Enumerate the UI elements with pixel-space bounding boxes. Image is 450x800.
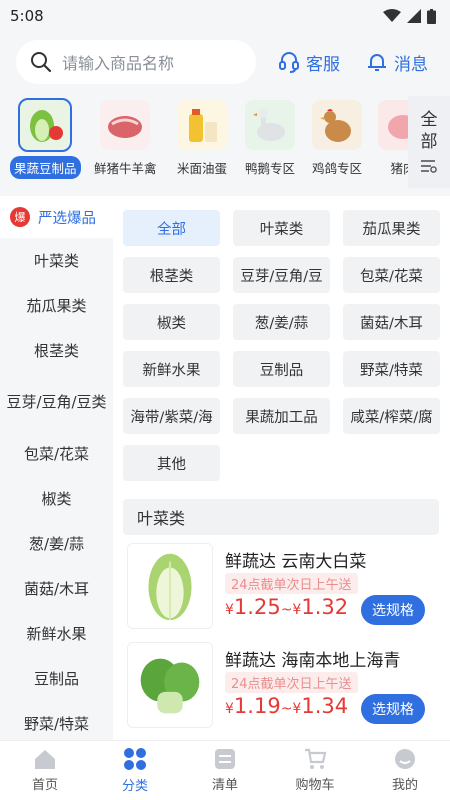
category-item-grain-oil-egg[interactable]: 米面油蛋 bbox=[167, 100, 237, 179]
hot-badge-icon: 爆 bbox=[10, 207, 30, 227]
all-label-line2: 部 bbox=[420, 132, 438, 152]
search-placeholder: 请输入商品名称 bbox=[62, 54, 175, 73]
category-icon bbox=[124, 748, 146, 770]
product-image-cabbage bbox=[127, 543, 213, 629]
chip[interactable]: 包菜/花菜 bbox=[343, 257, 440, 293]
battery-icon bbox=[427, 8, 436, 24]
sidebar-item-hot[interactable]: 爆 严选爆品 bbox=[0, 196, 113, 238]
category-item-duck-goose[interactable]: 鸭鹅专区 bbox=[235, 100, 305, 179]
sidebar-item-eggplant-melon[interactable]: 茄瓜果类 bbox=[0, 283, 113, 328]
signal-icon bbox=[407, 9, 421, 23]
filter-list-icon bbox=[421, 160, 437, 173]
chip[interactable]: 野菜/特菜 bbox=[343, 351, 440, 387]
sidebar-item-root[interactable]: 根茎类 bbox=[0, 328, 113, 373]
chip[interactable]: 叶菜类 bbox=[233, 210, 330, 246]
bell-icon bbox=[368, 54, 386, 71]
product-card[interactable]: 鲜蔬达 海南本地上海青 24点截单次日上午送 ¥1.19~¥1.34 选规格 bbox=[127, 642, 437, 728]
sidebar-item-leafy[interactable]: 叶菜类 bbox=[0, 238, 113, 283]
chip-all[interactable]: 全部 bbox=[123, 210, 220, 246]
sidebar-item-mushroom[interactable]: 菌菇/木耳 bbox=[0, 566, 113, 611]
messages-label: 消息 bbox=[394, 54, 428, 75]
system-icons bbox=[383, 8, 436, 24]
oil-rice-thumbnail bbox=[177, 100, 227, 150]
main-content: 全部 叶菜类 茄瓜果类 根茎类 豆芽/豆角/豆 包菜/花菜 椒类 葱/姜/蒜 菌… bbox=[113, 196, 450, 740]
bottom-tab-bar: 首页 分类 清单 购物车 我的 bbox=[0, 740, 450, 800]
tab-profile[interactable]: 我的 bbox=[360, 741, 450, 800]
delivery-note: 24点截单次日上午送 bbox=[225, 672, 358, 693]
chip[interactable]: 根茎类 bbox=[123, 257, 220, 293]
chip[interactable]: 葱/姜/蒜 bbox=[233, 304, 330, 340]
category-label: 米面油蛋 bbox=[176, 161, 227, 176]
sidebar-item-fruit[interactable]: 新鲜水果 bbox=[0, 611, 113, 656]
product-name: 鲜蔬达 云南大白菜 bbox=[225, 552, 367, 572]
chip[interactable]: 新鲜水果 bbox=[123, 351, 220, 387]
wifi-icon bbox=[383, 9, 401, 22]
chip[interactable]: 豆芽/豆角/豆 bbox=[233, 257, 330, 293]
tab-cart[interactable]: 购物车 bbox=[270, 741, 360, 800]
chip[interactable]: 茄瓜果类 bbox=[343, 210, 440, 246]
sidebar-item-label: 严选爆品 bbox=[38, 210, 96, 227]
list-icon bbox=[215, 749, 235, 769]
category-label: 鸡鸽专区 bbox=[311, 161, 362, 176]
chip[interactable]: 豆制品 bbox=[233, 351, 330, 387]
sidebar-item-sprouts-beans[interactable]: 豆芽/豆角/豆类 bbox=[0, 373, 113, 431]
category-strip: 果蔬豆制品 鲜猪牛羊禽 米面油蛋 鸭鹅专区 鸡鸽专区 猪肉 全 部 bbox=[0, 96, 450, 188]
chip[interactable]: 菌菇/木耳 bbox=[343, 304, 440, 340]
search-input[interactable]: 请输入商品名称 bbox=[16, 40, 256, 84]
top-bar: 请输入商品名称 客服 消息 bbox=[0, 32, 450, 92]
search-icon bbox=[31, 52, 52, 73]
meat-thumbnail bbox=[100, 100, 150, 150]
tab-home[interactable]: 首页 bbox=[0, 741, 90, 800]
messages-button[interactable]: 消息 bbox=[366, 50, 428, 75]
customer-service-button[interactable]: 客服 bbox=[278, 50, 340, 75]
chip[interactable]: 其他 bbox=[123, 445, 220, 481]
select-spec-button[interactable]: 选规格 bbox=[361, 595, 425, 625]
subcategory-sidebar: 爆 严选爆品 叶菜类 茄瓜果类 根茎类 豆芽/豆角/豆类 包菜/花菜 椒类 葱/… bbox=[0, 196, 113, 740]
category-item-produce[interactable]: 果蔬豆制品 bbox=[10, 98, 81, 179]
chicken-thumbnail bbox=[312, 100, 362, 150]
tab-category[interactable]: 分类 bbox=[90, 741, 180, 800]
select-spec-button[interactable]: 选规格 bbox=[361, 694, 425, 724]
product-card[interactable]: 鲜蔬达 云南大白菜 24点截单次日上午送 ¥1.25~¥1.32 选规格 bbox=[127, 543, 437, 629]
cart-icon bbox=[305, 748, 327, 769]
headset-icon bbox=[279, 52, 299, 73]
product-name: 鲜蔬达 海南本地上海青 bbox=[225, 651, 401, 671]
goose-thumbnail bbox=[245, 100, 295, 150]
chip[interactable]: 咸菜/榨菜/腐 bbox=[343, 398, 440, 434]
chip[interactable]: 果蔬加工品 bbox=[233, 398, 330, 434]
sidebar-item-cabbage[interactable]: 包菜/花菜 bbox=[0, 431, 113, 476]
product-price: ¥1.25~¥1.32 bbox=[225, 595, 349, 619]
category-label: 果蔬豆制品 bbox=[10, 156, 81, 179]
all-label-line1: 全 bbox=[420, 110, 438, 130]
product-price: ¥1.19~¥1.34 bbox=[225, 694, 349, 718]
product-image-bok-choy bbox=[127, 642, 213, 728]
sidebar-item-peppers[interactable]: 椒类 bbox=[0, 476, 113, 521]
chip[interactable]: 椒类 bbox=[123, 304, 220, 340]
status-time: 5:08 bbox=[10, 7, 44, 25]
delivery-note: 24点截单次日上午送 bbox=[225, 573, 358, 594]
sidebar-item-tofu[interactable]: 豆制品 bbox=[0, 656, 113, 701]
customer-service-label: 客服 bbox=[306, 54, 340, 75]
section-title: 叶菜类 bbox=[123, 499, 439, 535]
sidebar-item-onion-ginger-garlic[interactable]: 葱/姜/蒜 bbox=[0, 521, 113, 566]
category-item-meat[interactable]: 鲜猪牛羊禽 bbox=[90, 100, 160, 179]
all-categories-button[interactable]: 全 部 bbox=[408, 96, 450, 188]
vegetables-thumbnail bbox=[18, 98, 72, 152]
profile-icon bbox=[395, 749, 415, 769]
status-bar: 5:08 bbox=[0, 0, 450, 32]
sidebar-item-wild-veg[interactable]: 野菜/特菜 bbox=[0, 701, 113, 740]
tab-list[interactable]: 清单 bbox=[180, 741, 270, 800]
chip[interactable]: 海带/紫菜/海 bbox=[123, 398, 220, 434]
category-label: 鸭鹅专区 bbox=[244, 161, 295, 176]
category-label: 鲜猪牛羊禽 bbox=[94, 161, 157, 176]
category-item-chicken-pigeon[interactable]: 鸡鸽专区 bbox=[302, 100, 372, 179]
home-icon bbox=[35, 750, 55, 769]
